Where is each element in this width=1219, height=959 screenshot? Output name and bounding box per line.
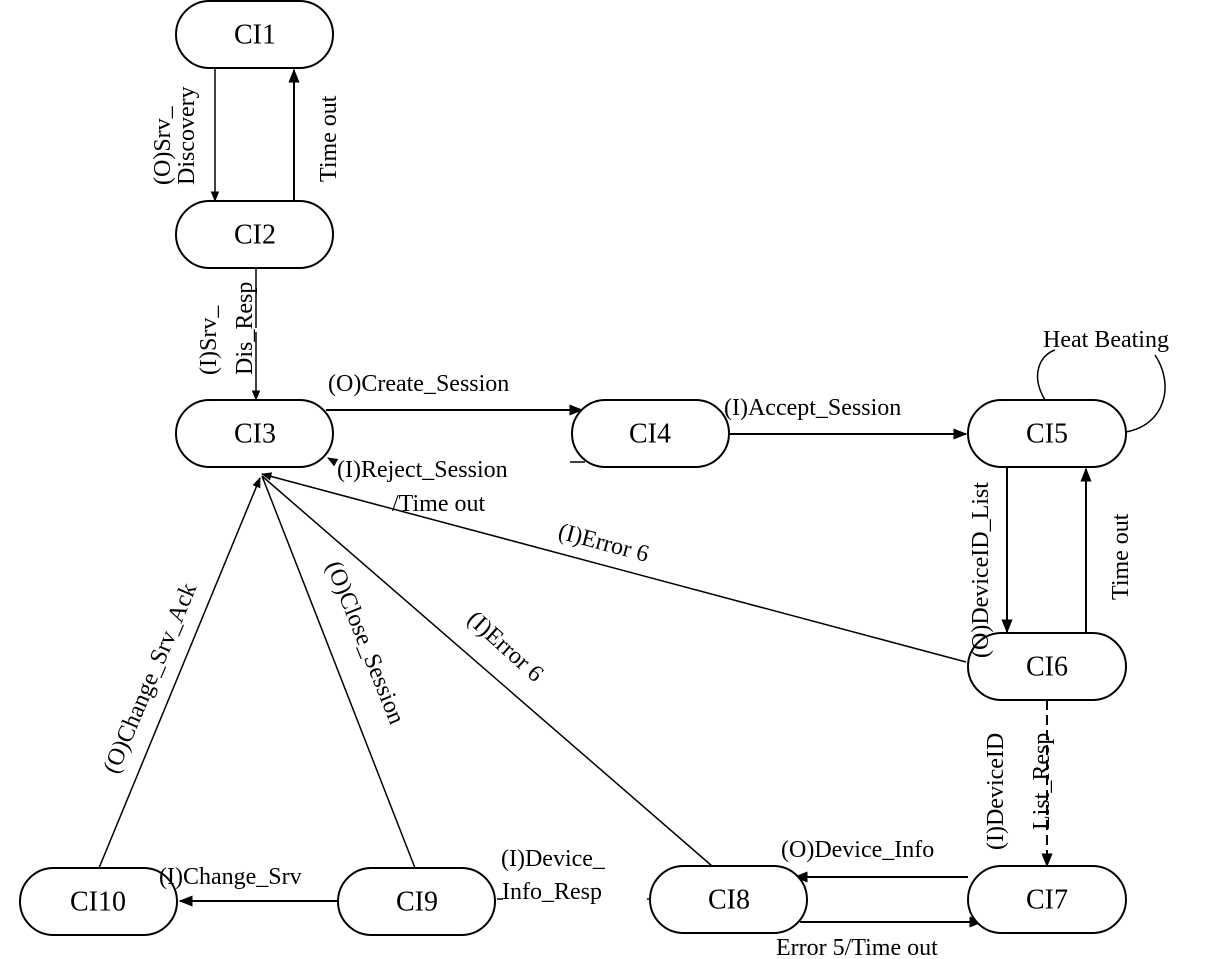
edge-label-line: (I)DeviceID xyxy=(983,733,1009,850)
edge-label-line: Dis_Resp xyxy=(232,282,258,375)
node-label: CI2 xyxy=(234,220,276,251)
edge-label-error6-ci8: (I)Error 6 xyxy=(462,606,548,687)
edge-label-close-session: (O)Close_Session xyxy=(320,558,409,728)
edge-label-line: (I)Error 6 xyxy=(555,519,651,568)
edge-label-line: (O)Close_Session xyxy=(320,558,409,728)
edge-label-srv-dis-resp: (I)Srv_ Dis_Resp xyxy=(196,282,258,375)
node-label: CI3 xyxy=(234,419,276,450)
state-node-ci5[interactable]: CI5 xyxy=(967,399,1127,468)
edge-ci10-ci3 xyxy=(98,477,261,869)
state-diagram: CI1 CI2 CI3 CI4 CI5 CI6 CI7 CI8 CI9 CI10… xyxy=(19,0,1169,959)
edge-label-device-info: (O)Device_Info xyxy=(781,837,934,863)
edge-label-deviceid-list: (O)DeviceID_List xyxy=(968,482,994,658)
node-label: CI5 xyxy=(1026,419,1068,450)
edge-label-accept-session: (I)Accept_Session xyxy=(724,395,901,421)
edge-label-deviceid-list-resp: (I)DeviceID List_Resp xyxy=(983,733,1055,850)
node-label: CI4 xyxy=(629,419,671,450)
edge-label-line: (I)Error 6 xyxy=(462,606,548,687)
edge-label-create-session: (O)Create_Session xyxy=(328,371,509,397)
state-node-ci2[interactable]: CI2 xyxy=(175,200,334,269)
node-label: CI6 xyxy=(1026,652,1068,683)
node-label: CI9 xyxy=(396,887,438,918)
edge-label-line: (O)Srv_ xyxy=(150,105,176,185)
state-node-ci3[interactable]: CI3 xyxy=(175,399,334,468)
edge-label-reject-timeout: /Time out xyxy=(392,491,485,517)
edge-ci9-ci3 xyxy=(261,475,416,869)
edge-label-line: (O)DeviceID_List xyxy=(968,482,994,658)
edge-label-srv-discovery: (O)Srv_ Discovery xyxy=(150,86,200,185)
edge-label-change-srv-ack: (O)Change_Srv_Ack xyxy=(99,579,203,777)
node-label: CI1 xyxy=(234,20,276,51)
node-label: CI7 xyxy=(1026,885,1068,916)
edge-label-reject-session: (I)Reject_Session xyxy=(337,457,508,483)
edge-label-line: Time out xyxy=(1108,513,1134,600)
edge-label-error6-ci6: (I)Error 6 xyxy=(555,519,651,568)
edge-label-line: (I)Srv_ xyxy=(196,305,222,375)
edge-label-change-srv: (I)Change_Srv xyxy=(159,864,302,890)
edge-label-device-info-resp-2: Info_Resp xyxy=(502,879,602,905)
state-node-ci4[interactable]: CI4 xyxy=(571,399,730,468)
state-node-ci10[interactable]: CI10 xyxy=(19,867,178,936)
edge-label-error5-timeout: Error 5/Time out xyxy=(776,935,938,959)
node-label: CI8 xyxy=(708,885,750,916)
edge-label-line: Time out xyxy=(316,95,342,182)
edge-label-device-info-resp-1: (I)Device_ xyxy=(501,846,606,872)
edge-label-timeout-ci6-ci5: Time out xyxy=(1108,513,1134,600)
state-node-ci1[interactable]: CI1 xyxy=(175,0,334,69)
edge-label-heat-beating: Heat Beating xyxy=(1043,327,1169,353)
edge-label-timeout-ci2-ci1: Time out xyxy=(316,95,342,182)
state-node-ci7[interactable]: CI7 xyxy=(967,865,1127,934)
edge-label-line: Discovery xyxy=(174,86,200,185)
node-label: CI10 xyxy=(70,887,126,918)
edge-label-line: List_Resp xyxy=(1029,733,1055,830)
state-node-ci8[interactable]: CI8 xyxy=(649,865,808,934)
edge-label-line: (O)Change_Srv_Ack xyxy=(99,579,203,777)
state-node-ci9[interactable]: CI9 xyxy=(337,867,496,936)
